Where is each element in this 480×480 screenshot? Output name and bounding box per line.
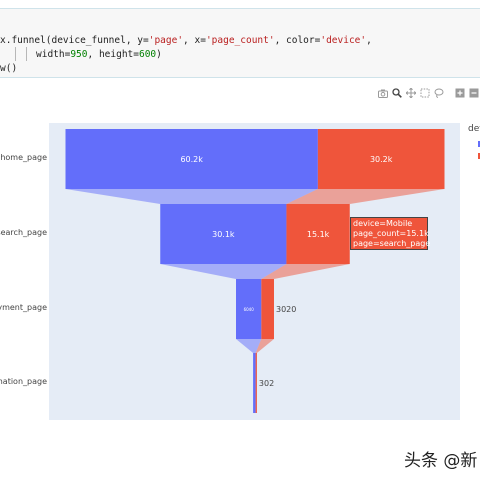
watermark: 头条 @新: [404, 451, 478, 471]
bar-value-label: 30.2k: [369, 154, 393, 164]
bar-value-label: 60.2k: [180, 154, 203, 164]
funnel-bar[interactable]: [255, 353, 257, 413]
tooltip-line: device=Mobile: [353, 219, 413, 228]
funnel-bar[interactable]: [253, 353, 256, 413]
y-tick-label: ayment_page: [0, 303, 47, 312]
bar-value-label: 302: [258, 378, 275, 388]
bar-value-label: 3020: [275, 304, 297, 314]
tooltip-line: page_count=15.1k: [353, 229, 429, 238]
y-tick-label: search_page: [0, 228, 47, 237]
funnel-connector: [65, 189, 318, 204]
y-tick-label: rmation_page: [0, 377, 47, 386]
tooltip-line: page=search_page: [353, 239, 431, 248]
y-tick-label: home_page: [0, 153, 47, 162]
bar-value-label: 6040: [243, 306, 254, 312]
hover-tooltip: device=Mobile page_count=15.1k page=sear…: [350, 217, 431, 250]
funnel-bar[interactable]: [261, 279, 274, 339]
bar-value-label: 30.1k: [212, 229, 235, 239]
bar-value-label: 15.1k: [306, 229, 330, 239]
